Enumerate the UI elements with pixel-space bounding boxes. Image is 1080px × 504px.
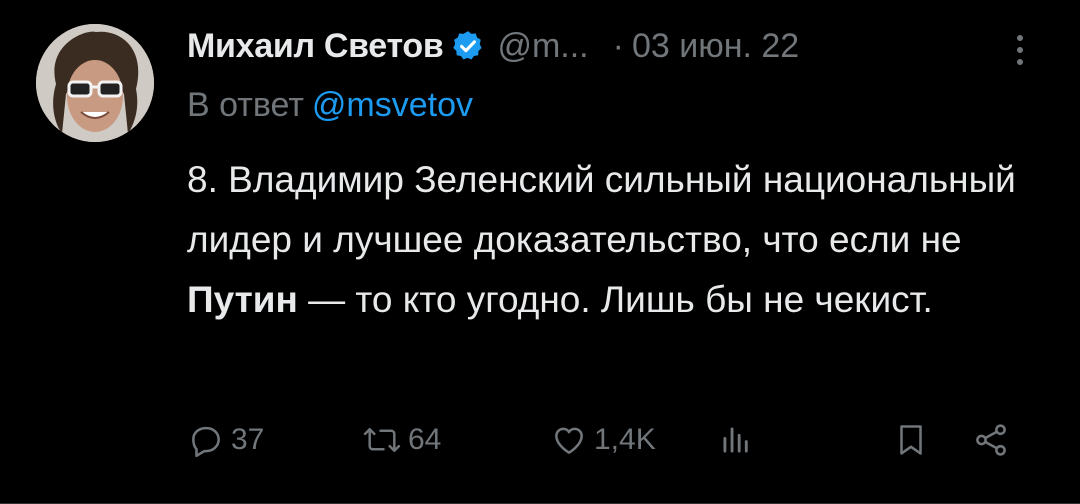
tweet-text-part2: — то кто угодно. Лишь бы не чекист.: [297, 279, 933, 320]
tweet-date[interactable]: 03 июн. 22: [632, 27, 799, 66]
reply-button[interactable]: 37: [187, 412, 264, 468]
reply-icon: [192, 426, 220, 458]
reply-context: В ответ @msvetov: [187, 86, 473, 125]
retweet-count: 64: [408, 423, 442, 456]
separator-dot: ·: [612, 26, 624, 65]
retweet-button[interactable]: 64: [362, 412, 441, 468]
like-count: 1,4K: [594, 423, 656, 456]
reply-to-link[interactable]: @msvetov: [312, 86, 473, 124]
reply-prefix: В ответ: [187, 86, 304, 124]
retweet-icon: [363, 428, 401, 452]
author-handle[interactable]: @m...: [497, 27, 588, 66]
bookmark-icon: [900, 425, 922, 455]
tweet-text: 8. Владимир Зеленский сильный национальн…: [187, 150, 1047, 330]
author-name[interactable]: Михаил Светов: [187, 27, 444, 66]
avatar[interactable]: [36, 24, 154, 142]
like-button[interactable]: 1,4K: [550, 412, 656, 468]
views-icon: [723, 427, 748, 453]
more-icon[interactable]: [1008, 30, 1032, 70]
share-icon: [976, 424, 1006, 456]
action-bar: 37 64 1,4K: [187, 412, 1030, 468]
tweet-header: Михаил Светов @m... · 03 июн. 22: [187, 22, 1040, 70]
views-button[interactable]: [717, 412, 755, 468]
verified-badge-icon: [451, 29, 485, 63]
bookmark-button[interactable]: [892, 412, 930, 468]
tweet-text-bold: Путин: [187, 279, 298, 320]
like-icon: [555, 427, 583, 454]
tweet-text-part1: 8. Владимир Зеленский сильный национальн…: [187, 159, 1016, 260]
reply-count: 37: [231, 423, 265, 456]
share-button[interactable]: [972, 412, 1010, 468]
